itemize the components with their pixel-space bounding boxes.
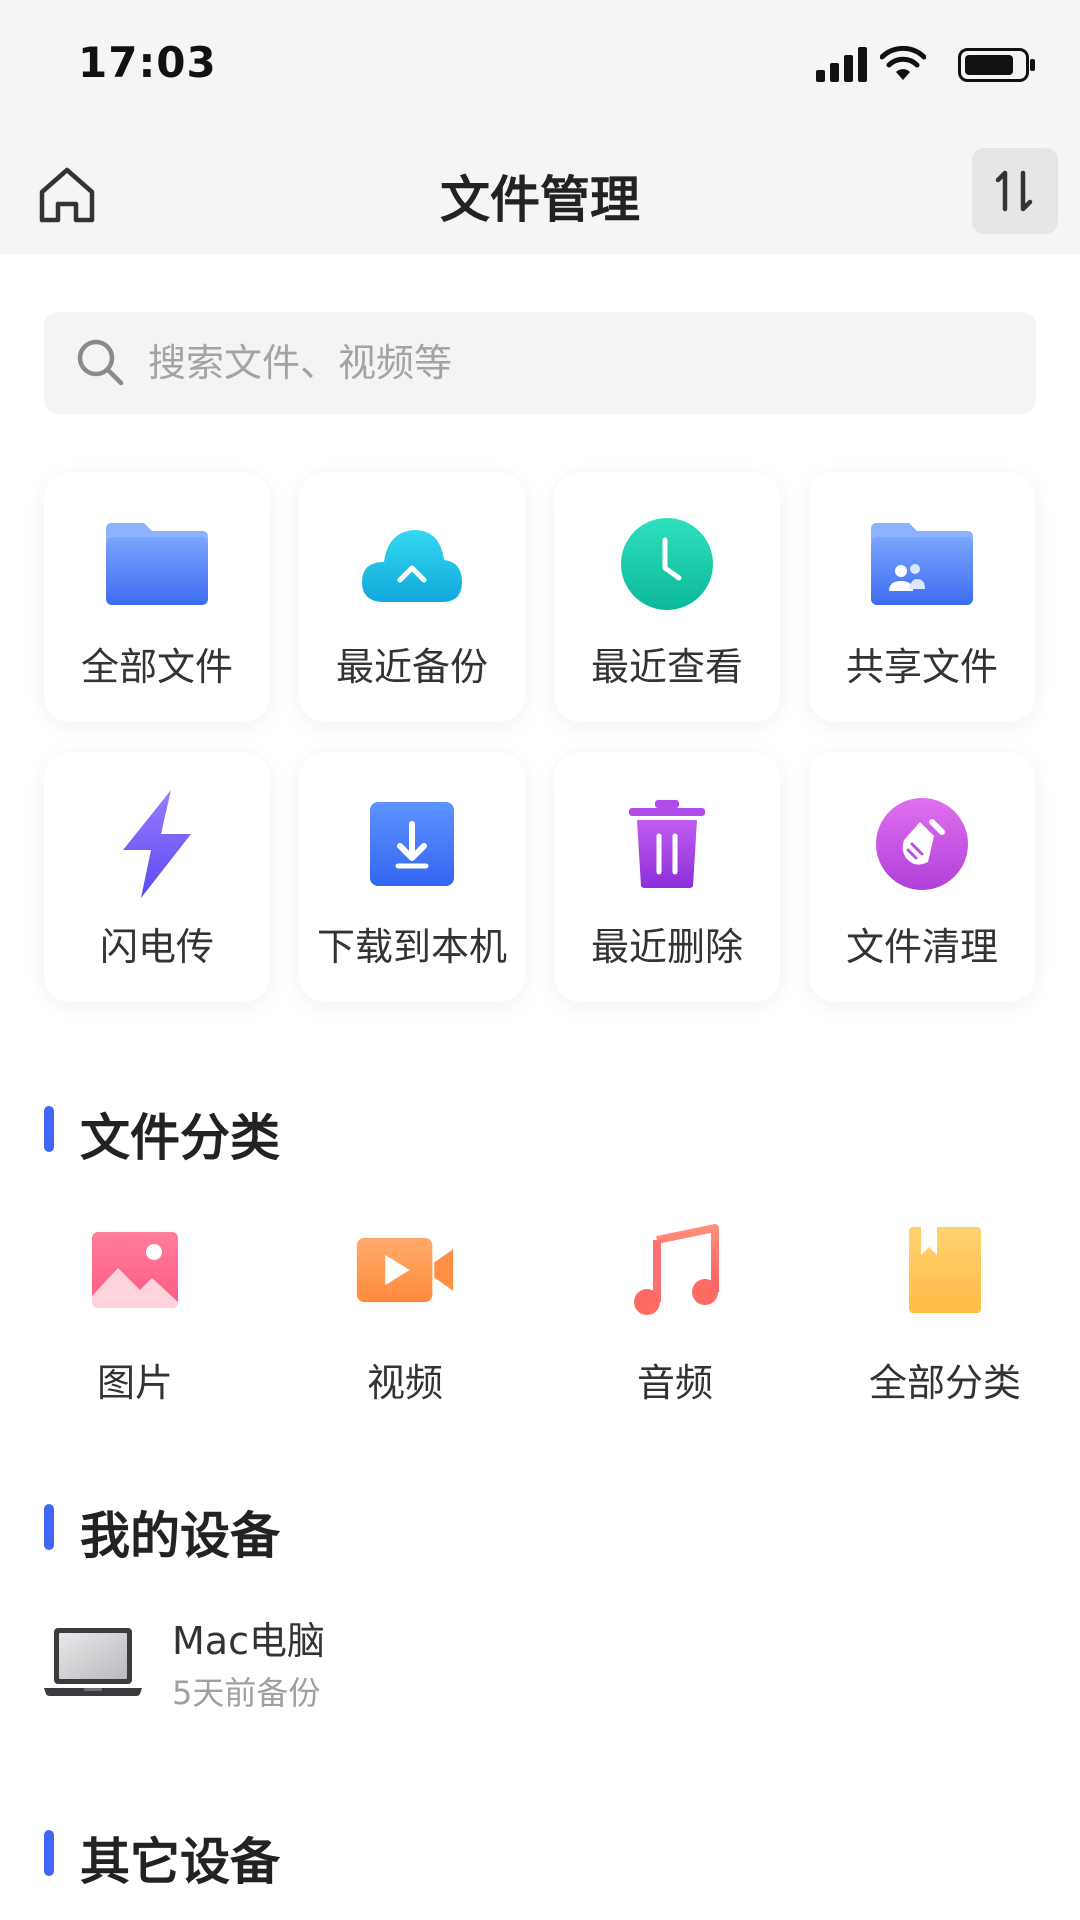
search-icon: [77, 339, 124, 386]
laptop-icon: [44, 1628, 142, 1696]
status-bar: 17:03: [0, 0, 1080, 130]
status-time: 17:03: [78, 38, 217, 87]
category-label: 视频: [366, 1361, 443, 1405]
quick-recent-backup[interactable]: 最近备份: [299, 472, 525, 722]
quick-file-cleanup[interactable]: 文件清理: [809, 752, 1035, 1002]
quick-download-local[interactable]: 下载到本机: [299, 752, 525, 1002]
quick-recent-viewed[interactable]: 最近查看: [554, 472, 780, 722]
section-my-devices: 我的设备: [44, 1496, 444, 1565]
category-label: 全部分类: [868, 1361, 1021, 1405]
quick-label: 全部文件: [80, 645, 233, 689]
quick-label: 最近查看: [590, 645, 743, 689]
section-file-categories: 文件分类: [44, 1098, 444, 1167]
battery-icon: [958, 48, 1035, 82]
status-icons: [798, 46, 1038, 86]
search-box[interactable]: [44, 312, 1036, 414]
quick-label: 文件清理: [845, 925, 998, 969]
quick-recent-deleted[interactable]: 最近删除: [554, 752, 780, 1002]
lightning-icon: [123, 790, 191, 898]
clock-icon: [621, 518, 713, 610]
quick-shared-files[interactable]: 共享文件: [809, 472, 1035, 722]
quick-label: 闪电传: [99, 925, 214, 969]
category-videos[interactable]: 视频: [270, 1218, 540, 1418]
section-accent-bar: [44, 1504, 54, 1550]
shared-folder-icon: [871, 523, 973, 605]
trash-icon: [629, 800, 705, 888]
section-other-devices: 其它设备: [44, 1822, 444, 1891]
category-row: 图片 视频 音频 全部分类: [0, 1218, 1080, 1418]
quick-label: 最近删除: [590, 925, 743, 969]
nav-bar: 文件管理: [0, 130, 1080, 254]
quick-flash-transfer[interactable]: 闪电传: [44, 752, 270, 1002]
device-name: Mac电脑: [172, 1619, 325, 1663]
quick-all-files[interactable]: 全部文件: [44, 472, 270, 722]
wifi-icon: [880, 46, 926, 80]
section-title: 文件分类: [80, 1109, 280, 1167]
download-icon: [370, 802, 454, 886]
quick-actions-grid: 全部文件 最近备份 最近查看 共享文件 闪电传 下载到本机 最近删除 文件清理: [44, 472, 1036, 1002]
sort-button[interactable]: [972, 148, 1058, 234]
section-accent-bar: [44, 1830, 54, 1876]
section-title: 其它设备: [80, 1833, 280, 1891]
video-icon: [356, 1237, 454, 1303]
quick-label: 共享文件: [845, 645, 998, 689]
category-audio[interactable]: 音频: [540, 1218, 810, 1418]
cloud-backup-icon: [362, 530, 462, 602]
device-item[interactable]: Mac电脑 5天前备份: [44, 1598, 1036, 1728]
category-all[interactable]: 全部分类: [810, 1218, 1080, 1418]
signal-icon: [816, 47, 867, 82]
image-icon: [92, 1232, 178, 1308]
quick-label: 最近备份: [335, 645, 488, 689]
category-images[interactable]: 图片: [0, 1218, 270, 1418]
quick-label: 下载到本机: [316, 925, 507, 969]
section-title: 我的设备: [80, 1507, 280, 1565]
music-icon: [634, 1224, 719, 1315]
search-input[interactable]: [148, 312, 1008, 414]
sort-icon: [995, 170, 1033, 212]
device-subtitle: 5天前备份: [172, 1674, 321, 1712]
page-title: 文件管理: [440, 171, 640, 229]
bookmark-icon: [909, 1227, 981, 1313]
broom-icon: [876, 798, 968, 890]
category-label: 音频: [636, 1361, 713, 1405]
section-accent-bar: [44, 1106, 54, 1152]
folder-icon: [106, 523, 208, 605]
category-label: 图片: [96, 1361, 173, 1405]
